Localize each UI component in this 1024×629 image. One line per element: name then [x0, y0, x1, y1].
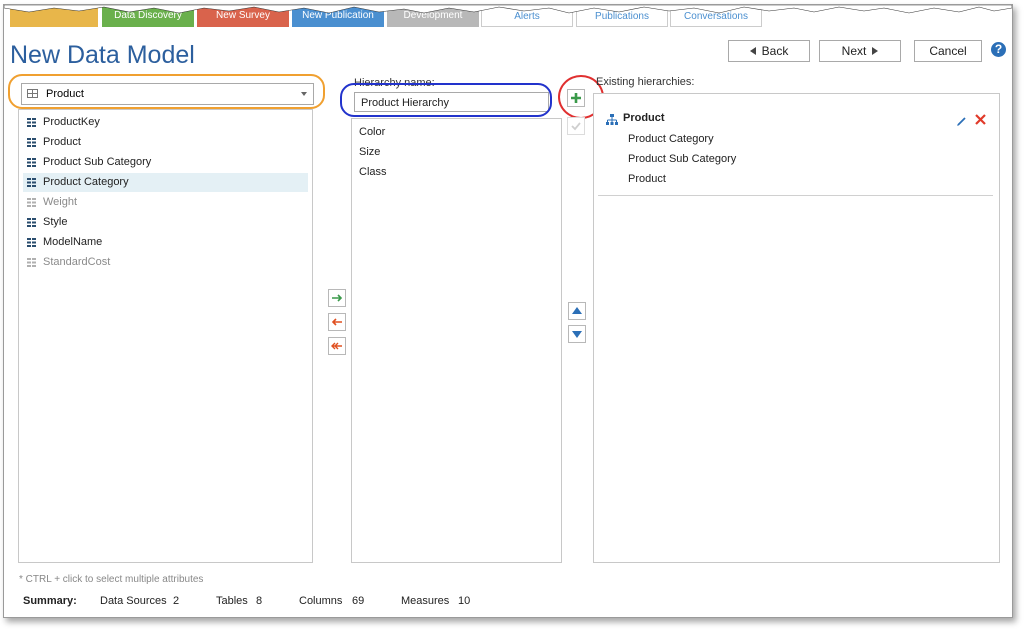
app-window: Data Discovery New Survey New Publicatio… [3, 4, 1013, 618]
triangle-left-icon [749, 47, 756, 55]
existing-hierarchy-name: Product [623, 112, 665, 124]
tables-value: 8 [256, 595, 263, 607]
list-item[interactable]: Style [23, 213, 308, 232]
add-to-hierarchy-button[interactable] [328, 289, 346, 307]
tables-label: Tables [216, 595, 248, 607]
measures-label: Measures [401, 595, 450, 607]
torn-edge [4, 5, 1012, 14]
grid-icon [27, 238, 36, 247]
list-item[interactable]: Class [359, 166, 387, 178]
grid-icon [27, 158, 36, 167]
top-tab-strip: Data Discovery New Survey New Publicatio… [4, 5, 1012, 31]
list-item[interactable]: Weight [23, 193, 308, 212]
hierarchy-levels-list[interactable]: Color Size Class [351, 118, 562, 563]
triangle-up-icon [572, 307, 582, 314]
list-item[interactable]: ModelName [23, 233, 308, 252]
confirm-hierarchy-button[interactable] [567, 117, 585, 135]
summary-label: Summary: [23, 595, 77, 607]
divider [598, 195, 993, 196]
table-icon [27, 89, 38, 98]
remove-from-hierarchy-button[interactable] [328, 313, 346, 331]
triangle-right-icon [872, 47, 879, 55]
move-down-button[interactable] [568, 325, 586, 343]
plus-icon [571, 93, 581, 103]
hierarchy-name-label: Hierarchy name: [354, 77, 435, 89]
list-item[interactable]: StandardCost [23, 253, 308, 272]
edit-icon[interactable] [956, 115, 968, 127]
data-sources-value: 2 [173, 595, 180, 607]
list-item[interactable]: Product Sub Category [23, 153, 308, 172]
hierarchy-icon [606, 114, 618, 125]
double-arrow-left-icon [331, 342, 342, 350]
cancel-button[interactable]: Cancel [914, 40, 982, 62]
data-sources-label: Data Sources [100, 595, 167, 607]
next-button[interactable]: Next [819, 40, 901, 62]
grid-icon [27, 258, 36, 267]
measures-value: 10 [458, 595, 471, 607]
existing-level: Product Category [628, 133, 714, 145]
list-item[interactable]: Size [359, 146, 380, 158]
grid-icon [27, 118, 36, 127]
existing-hierarchies-panel: Product Product Category Product Sub Cat… [593, 93, 1000, 563]
columns-value: 69 [352, 595, 365, 607]
triangle-down-icon [572, 331, 582, 338]
list-item[interactable]: Color [359, 126, 385, 138]
grid-icon [27, 218, 36, 227]
delete-icon[interactable] [974, 113, 987, 126]
table-select[interactable]: Product [21, 83, 314, 105]
list-item-selected[interactable]: Product Category [23, 173, 308, 192]
arrow-left-icon [331, 318, 342, 326]
existing-level: Product [628, 173, 666, 185]
back-button[interactable]: Back [728, 40, 810, 62]
multi-select-hint: * CTRL + click to select multiple attrib… [19, 574, 204, 585]
grid-icon [27, 138, 36, 147]
grid-icon [27, 178, 36, 187]
columns-label: Columns [299, 595, 343, 607]
page-title: New Data Model [10, 41, 195, 69]
hierarchy-name-input[interactable]: Product Hierarchy [354, 92, 549, 112]
arrow-right-icon [332, 294, 343, 302]
attributes-list[interactable]: ProductKey Product Product Sub Category … [18, 109, 313, 563]
list-item[interactable]: Product [23, 133, 308, 152]
list-item[interactable]: ProductKey [23, 113, 308, 132]
add-hierarchy-button[interactable] [567, 89, 585, 107]
existing-hierarchies-label: Existing hierarchies: [596, 76, 695, 88]
grid-icon [27, 198, 36, 207]
move-up-button[interactable] [568, 302, 586, 320]
help-icon[interactable]: ? [991, 42, 1006, 57]
checkmark-icon [571, 122, 581, 131]
existing-level: Product Sub Category [628, 153, 737, 165]
remove-all-button[interactable] [328, 337, 346, 355]
chevron-down-icon [301, 92, 307, 96]
